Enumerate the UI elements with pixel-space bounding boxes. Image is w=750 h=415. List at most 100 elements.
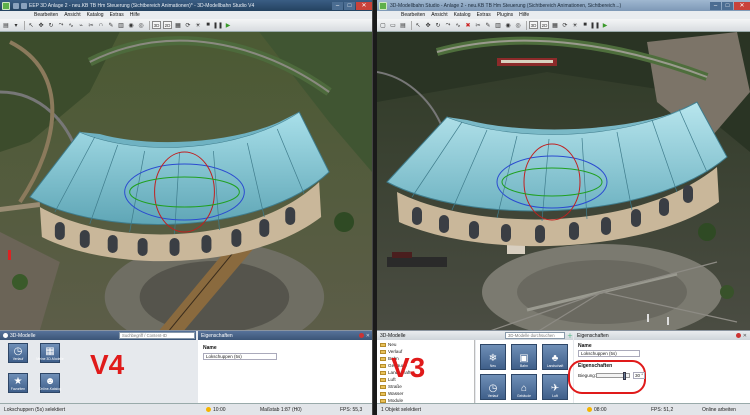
lamp-icon[interactable]: ☀ bbox=[571, 21, 579, 29]
menu-extras[interactable]: Extras bbox=[110, 12, 124, 18]
link-icon[interactable]: ⌁ bbox=[77, 21, 85, 29]
track-icon[interactable]: ⤳ bbox=[57, 21, 65, 29]
move-icon[interactable]: ✥ bbox=[37, 21, 45, 29]
menu-katalog[interactable]: Katalog bbox=[87, 12, 104, 18]
brush-icon[interactable]: ✎ bbox=[484, 21, 492, 29]
tile-gebaeude[interactable]: ⌂ Gebäude bbox=[511, 374, 537, 400]
name-field[interactable]: Lokschuppen (5s) bbox=[203, 353, 277, 360]
close-button[interactable]: ✕ bbox=[356, 1, 372, 10]
dropdown-icon[interactable]: ▾ bbox=[12, 21, 20, 29]
tile-verlauf[interactable]: ◷ Verlauf bbox=[480, 374, 506, 400]
tile-luft[interactable]: ✈ Luft bbox=[542, 374, 568, 400]
v4-titlebar[interactable]: EEP 3D Anlage 2 - neu.KB TB Hm Steuerung… bbox=[0, 0, 372, 11]
refresh-icon[interactable]: ⟳ bbox=[184, 21, 192, 29]
v4-3d-viewport[interactable] bbox=[0, 32, 372, 330]
tile-online-katalog[interactable]: ☻ Online-Katalog bbox=[39, 373, 61, 393]
panel-pin-icon[interactable] bbox=[3, 333, 8, 338]
menu-ansicht[interactable]: Ansicht bbox=[64, 12, 80, 18]
tile-landschaft[interactable]: ♣ Landschaft bbox=[542, 344, 568, 370]
scissor-icon[interactable]: ✂ bbox=[474, 21, 482, 29]
quick-save-icon[interactable] bbox=[13, 2, 19, 9]
bend-slider[interactable] bbox=[596, 372, 630, 380]
folder-icon bbox=[380, 391, 386, 396]
tree-item-wasser[interactable]: Wasser bbox=[380, 391, 403, 396]
props-record-icon[interactable] bbox=[358, 333, 364, 338]
grid-view-icon[interactable]: ▦ bbox=[551, 21, 559, 29]
tree-item-neu[interactable]: Neu bbox=[380, 342, 396, 347]
pause-icon[interactable]: ❚❚ bbox=[213, 21, 223, 29]
bend-value[interactable]: 30 ° bbox=[633, 372, 646, 379]
toolbar-separator bbox=[411, 20, 412, 30]
stop-icon[interactable]: ■ bbox=[581, 21, 589, 29]
grid-view-icon[interactable]: ▦ bbox=[174, 21, 182, 29]
delete-icon[interactable]: ✖ bbox=[464, 21, 472, 29]
camera-icon[interactable]: ◉ bbox=[504, 21, 512, 29]
camera-icon[interactable]: ◉ bbox=[127, 21, 135, 29]
select-arrow-icon[interactable]: ↖ bbox=[414, 21, 422, 29]
select-arrow-icon[interactable]: ↖ bbox=[27, 21, 35, 29]
eye-icon[interactable]: ◎ bbox=[514, 21, 522, 29]
rotate-icon[interactable]: ↻ bbox=[47, 21, 55, 29]
scissor-icon[interactable]: ✂ bbox=[87, 21, 95, 29]
move-icon[interactable]: ✥ bbox=[424, 21, 432, 29]
open-folder-icon[interactable]: ▭ bbox=[389, 21, 397, 29]
minimize-button[interactable]: – bbox=[710, 1, 721, 10]
maximize-button[interactable]: □ bbox=[344, 1, 355, 10]
menu-hilfe[interactable]: Hilfe bbox=[519, 12, 529, 18]
eye-icon[interactable]: ◎ bbox=[137, 21, 145, 29]
save-icon[interactable]: ▤ bbox=[399, 21, 407, 29]
tree-item-strasse[interactable]: Straße bbox=[380, 384, 402, 389]
curve-icon[interactable]: ∿ bbox=[67, 21, 75, 29]
minimize-button[interactable]: – bbox=[332, 1, 343, 10]
models-panel-title: 3D-Modelle bbox=[380, 332, 406, 339]
close-button[interactable]: ✕ bbox=[734, 1, 750, 10]
play-icon[interactable]: ▶ bbox=[224, 21, 232, 29]
menu-plugins[interactable]: Plugins bbox=[497, 12, 513, 18]
panel-close-icon[interactable]: ✕ bbox=[743, 333, 747, 339]
curve-icon[interactable]: ∿ bbox=[454, 21, 462, 29]
view-3d-button[interactable]: 3D bbox=[529, 21, 538, 29]
name-label: Name bbox=[203, 345, 217, 351]
view-2d-button[interactable]: 2D bbox=[163, 21, 172, 29]
brush-icon[interactable]: ✎ bbox=[107, 21, 115, 29]
refresh-icon[interactable]: ⟳ bbox=[561, 21, 569, 29]
v3-scene[interactable] bbox=[377, 32, 750, 330]
stop-icon[interactable]: ■ bbox=[204, 21, 212, 29]
bend-slider-knob[interactable] bbox=[623, 372, 626, 380]
name-field[interactable]: Lokschuppen (5s) bbox=[578, 350, 640, 357]
magnet-icon[interactable]: ∩ bbox=[97, 21, 105, 29]
maximize-button[interactable]: □ bbox=[722, 1, 733, 10]
tile-favoriten[interactable]: ★ Favoriten bbox=[8, 373, 28, 393]
menu-bearbeiten[interactable]: Bearbeiten bbox=[401, 12, 425, 18]
new-file-icon[interactable]: ▢ bbox=[379, 21, 387, 29]
track-icon[interactable]: ⤳ bbox=[444, 21, 452, 29]
rotate-icon[interactable]: ↻ bbox=[434, 21, 442, 29]
menu-extras[interactable]: Extras bbox=[477, 12, 491, 18]
paint-icon[interactable]: ▥ bbox=[117, 21, 125, 29]
props-record-icon[interactable] bbox=[735, 333, 741, 338]
v4-search-input[interactable]: Suchbegriff / Content-ID bbox=[119, 332, 195, 339]
save-icon[interactable]: ▤ bbox=[2, 21, 10, 29]
pause-icon[interactable]: ❚❚ bbox=[590, 21, 600, 29]
tile-verlauf[interactable]: ◷ Verlauf bbox=[8, 343, 28, 363]
panel-close-icon[interactable]: ✕ bbox=[366, 333, 370, 339]
add-model-icon[interactable]: ＋ bbox=[566, 331, 574, 340]
v3-titlebar[interactable]: 3D-Modellbahn Studio - Anlage 2 - neu.KB… bbox=[377, 0, 750, 11]
play-icon[interactable]: ▶ bbox=[601, 21, 609, 29]
tile-neu[interactable]: ❄ Neu bbox=[480, 344, 506, 370]
menu-katalog[interactable]: Katalog bbox=[454, 12, 471, 18]
v4-scene[interactable] bbox=[0, 32, 372, 330]
menu-bearbeiten[interactable]: Bearbeiten bbox=[34, 12, 58, 18]
menu-ansicht[interactable]: Ansicht bbox=[431, 12, 447, 18]
view-3d-button[interactable]: 3D bbox=[152, 21, 161, 29]
lamp-icon[interactable]: ☀ bbox=[194, 21, 202, 29]
view-2d-button[interactable]: 2D bbox=[540, 21, 549, 29]
status-fps: FPS: 55,3 bbox=[340, 407, 363, 413]
quick-undo-icon[interactable] bbox=[21, 2, 27, 9]
paint-icon[interactable]: ▥ bbox=[494, 21, 502, 29]
menu-hilfe[interactable]: Hilfe bbox=[130, 12, 140, 18]
tile-bahn[interactable]: ▣ Bahn bbox=[511, 344, 537, 370]
v3-3d-viewport[interactable] bbox=[377, 32, 750, 330]
tile-meine-3d-modelle[interactable]: ▦ Meine 3D-Modelle bbox=[36, 343, 64, 363]
v3-search-input[interactable]: 3D-Modelle durchsuchen bbox=[505, 332, 565, 339]
